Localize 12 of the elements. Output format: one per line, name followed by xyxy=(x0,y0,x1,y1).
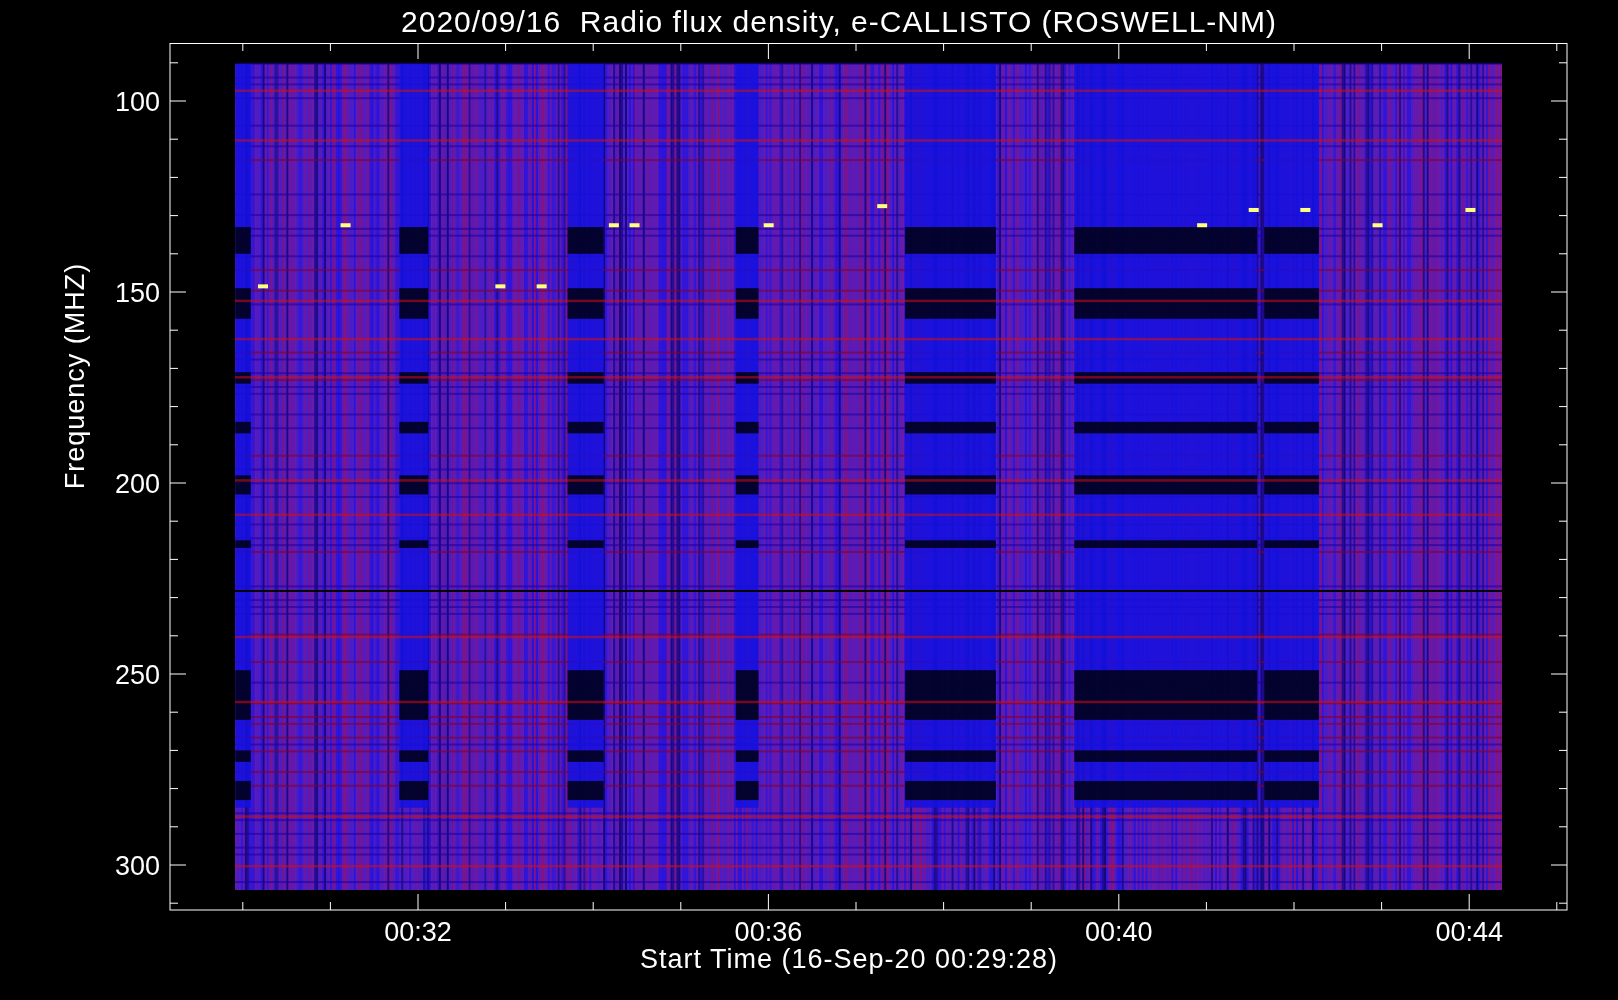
tick-label: 200 xyxy=(114,469,160,499)
tick-label: 00:40 xyxy=(1085,917,1153,947)
tick-label: 00:36 xyxy=(734,917,803,947)
tick-label: 100 xyxy=(114,87,160,117)
tick-label: 150 xyxy=(114,278,160,308)
chart-title: 2020/09/16 Radio flux density, e-CALLISTO (ROSWELL-NM) xyxy=(400,3,1278,40)
axis-title: Start Time (16-Sep-20 00:29:28) xyxy=(639,946,1059,973)
tick-label: 00:32 xyxy=(384,917,452,947)
tick-label: 300 xyxy=(114,851,160,881)
tick-label: 00:44 xyxy=(1435,917,1503,947)
axis-title: Frequency (MHZ) xyxy=(60,262,90,490)
tick-label: 250 xyxy=(114,660,160,690)
